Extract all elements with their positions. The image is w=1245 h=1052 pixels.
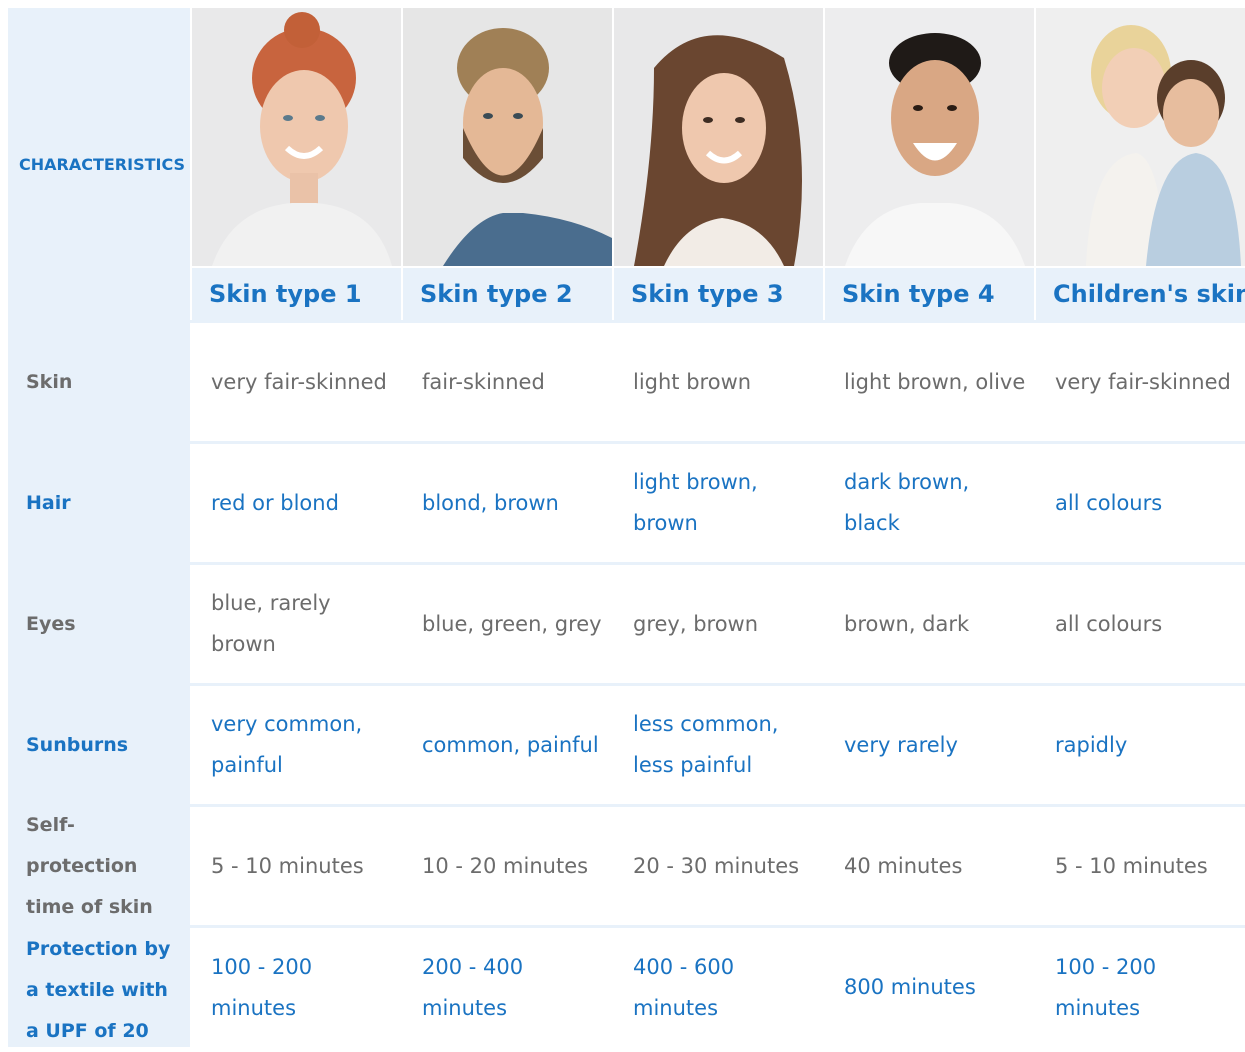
table-cell: 100 - 200 minutes: [1055, 954, 1157, 1020]
table-cell: light brown, olive: [844, 369, 1026, 394]
table-cell: very fair-skinned: [1055, 369, 1231, 394]
column-header-skin-type-2: Skin type 2: [403, 268, 612, 320]
table-row-eyes: Eyes blue, rarely brown blue, green, gre…: [8, 565, 1245, 683]
column-header-skin-type-1: Skin type 1: [192, 268, 401, 320]
table-cell: very common, painful: [211, 712, 363, 777]
skin-type-table: CHARACTERISTICS Skin type 1 Skin type 2 …: [8, 8, 1245, 1047]
table-cell: 40 minutes: [844, 853, 963, 878]
column-header-label: Skin type 1: [209, 280, 362, 308]
characteristics-label: CHARACTERISTICS: [19, 154, 186, 174]
table-cell: light brown, brown: [633, 470, 758, 535]
column-header-childrens-skin: Children's skin: [1036, 268, 1245, 320]
woman-brown-hair-photo: [614, 8, 823, 266]
table-row-textile-protection: Protection by a textile with a UPF of 20…: [8, 928, 1245, 1047]
table-cell: light brown: [633, 369, 752, 394]
table-cell: 10 - 20 minutes: [422, 853, 589, 878]
table-cell: very rarely: [844, 732, 958, 757]
table-row-skin: Skin very fair-skinned fair-skinned ligh…: [8, 323, 1245, 441]
table-cell: blue, rarely brown: [211, 591, 331, 656]
table-cell: all colours: [1055, 611, 1163, 636]
column-header-skin-type-3: Skin type 3: [614, 268, 823, 320]
row-label: Hair: [8, 444, 190, 562]
column-header-label: Skin type 2: [420, 280, 573, 308]
row-label: Sunburns: [8, 686, 190, 804]
woman-red-hair-photo: [192, 8, 401, 266]
table-cell: 5 - 10 minutes: [211, 853, 364, 878]
table-cell: 200 - 400 minutes: [422, 954, 524, 1020]
row-label: Skin: [8, 323, 190, 441]
table-cell: less common, less painful: [633, 712, 779, 777]
row-label: Self-protection time of skin: [8, 807, 190, 925]
table-cell: very fair-skinned: [211, 369, 387, 394]
table-cell: blue, green, grey: [422, 611, 602, 636]
characteristics-header: CHARACTERISTICS: [8, 8, 190, 320]
man-blond-beard-photo: [403, 8, 612, 266]
table-cell: brown, dark: [844, 611, 970, 636]
table-cell: fair-skinned: [422, 369, 545, 394]
table-cell: all colours: [1055, 490, 1163, 515]
table-cell: 20 - 30 minutes: [633, 853, 800, 878]
two-children-photo: [1036, 8, 1245, 266]
row-label: Eyes: [8, 565, 190, 683]
table-cell: rapidly: [1055, 732, 1128, 757]
column-header-skin-type-4: Skin type 4: [825, 268, 1034, 320]
table-row-self-protection-time: Self-protection time of skin 5 - 10 minu…: [8, 807, 1245, 925]
table-cell: 5 - 10 minutes: [1055, 853, 1208, 878]
table-cell: grey, brown: [633, 611, 759, 636]
column-header-label: Skin type 4: [842, 280, 995, 308]
table-cell: 100 - 200 minutes: [211, 954, 313, 1020]
column-header-label: Skin type 3: [631, 280, 784, 308]
column-header-label: Children's skin: [1053, 280, 1245, 308]
table-cell: 800 minutes: [844, 975, 976, 999]
man-dark-hair-photo: [825, 8, 1034, 266]
table-row-sunburns: Sunburns very common, painful common, pa…: [8, 686, 1245, 804]
table-cell: common, painful: [422, 732, 599, 757]
table-row-hair: Hair red or blond blond, brown light bro…: [8, 444, 1245, 562]
row-label: Protection by a textile with a UPF of 20: [8, 928, 190, 1047]
table-cell: dark brown, black: [844, 470, 970, 535]
table-cell: 400 - 600 minutes: [633, 954, 735, 1020]
table-cell: blond, brown: [422, 490, 559, 515]
table-cell: red or blond: [211, 490, 339, 515]
